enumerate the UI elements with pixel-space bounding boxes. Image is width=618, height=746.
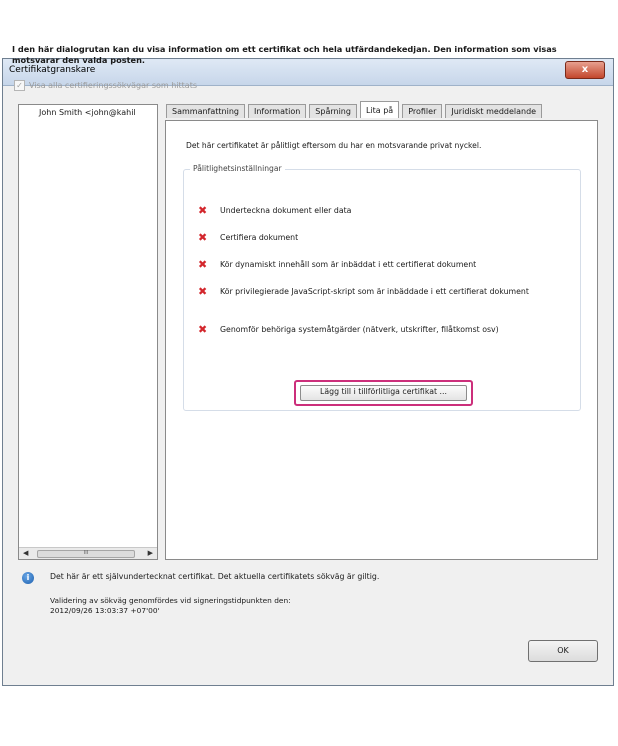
tab-trust[interactable]: Lita på <box>359 101 400 118</box>
validation-info: Validering av sökväg genomfördes vid sig… <box>50 596 291 616</box>
deny-icon: ✖ <box>198 231 208 244</box>
tab-profiles[interactable]: Profiler <box>402 104 443 118</box>
deny-icon: ✖ <box>198 258 208 271</box>
trust-settings-group: Pålitlighetsinställningar ✖ Underteckna … <box>183 164 581 411</box>
trust-item-label: Underteckna dokument eller data <box>220 206 352 215</box>
trust-item: ✖ Genomför behöriga systemåtgärder (nätv… <box>198 323 540 336</box>
show-all-paths-label: Visa alla certifieringssökvägar som hitt… <box>29 81 197 90</box>
show-all-paths-checkbox[interactable]: ✓ <box>14 80 25 91</box>
validation-timestamp: 2012/09/26 13:03:37 +07'00' <box>50 606 160 615</box>
add-to-trusted-button[interactable]: Lägg till i tillförlitliga certifikat ..… <box>300 385 467 401</box>
trust-item: ✖ Kör privilegierade JavaScript-skript s… <box>198 285 540 298</box>
deny-icon: ✖ <box>198 323 208 336</box>
certificate-list-item[interactable]: John Smith <john@kahil <box>39 108 136 117</box>
trust-item: ✖ Underteckna dokument eller data <box>198 204 540 217</box>
trust-item-label: Kör dynamiskt innehåll som är inbäddat i… <box>220 260 477 269</box>
scroll-thumb[interactable]: III <box>37 550 135 558</box>
trust-tab-panel: Det här certifikatet är pålitligt efters… <box>165 120 598 560</box>
add-to-trusted-highlight: Lägg till i tillförlitliga certifikat ..… <box>294 380 473 406</box>
trust-settings-label: Pålitlighetsinställningar <box>190 164 285 173</box>
info-icon: i <box>22 572 34 584</box>
intro-text: I den här dialogrutan kan du visa inform… <box>12 44 557 65</box>
window-title: Certifikatgranskare <box>9 65 96 75</box>
scroll-left-icon[interactable]: ◀ <box>23 549 28 557</box>
trust-description: Det här certifikatet är pålitligt efters… <box>186 141 482 150</box>
trust-item: ✖ Kör dynamiskt innehåll som är inbäddat… <box>198 258 540 271</box>
trust-item: ✖ Certifiera dokument <box>198 231 540 244</box>
trust-item-label: Genomför behöriga systemåtgärder (nätver… <box>220 325 499 334</box>
validation-text: Validering av sökväg genomfördes vid sig… <box>50 596 291 605</box>
trust-item-label: Kör privilegierade JavaScript-skript som… <box>220 287 529 296</box>
tab-information[interactable]: Information <box>247 104 307 118</box>
horizontal-scrollbar[interactable]: ◀ III ▶ <box>19 547 157 559</box>
tab-summary[interactable]: Sammanfattning <box>166 104 245 118</box>
deny-icon: ✖ <box>198 204 208 217</box>
ok-button[interactable]: OK <box>528 640 598 662</box>
trust-item-label: Certifiera dokument <box>220 233 299 242</box>
tab-tracking[interactable]: Spårning <box>309 104 357 118</box>
deny-icon: ✖ <box>198 285 208 298</box>
show-all-paths-row: ✓ Visa alla certifieringssökvägar som hi… <box>14 80 197 91</box>
tab-bar: Sammanfattning Information Spårning Lita… <box>166 101 543 120</box>
tab-legal-notice[interactable]: Juridiskt meddelande <box>445 104 543 118</box>
scroll-right-icon[interactable]: ▶ <box>148 549 153 557</box>
certificate-list[interactable]: John Smith <john@kahil ◀ III ▶ <box>18 104 158 560</box>
status-text: Det här är ett självundertecknat certifi… <box>50 572 380 581</box>
